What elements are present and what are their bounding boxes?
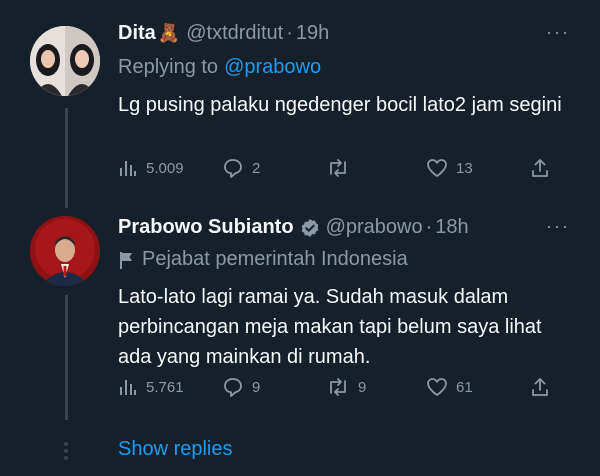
display-name[interactable]: Prabowo Subianto: [118, 216, 294, 239]
retweet-button[interactable]: 9: [326, 375, 366, 399]
tweet-text: Lg pusing palaku ngedenger bocil lato2 j…: [118, 94, 562, 116]
timestamp[interactable]: 18h: [435, 216, 468, 239]
views-button[interactable]: 5.009: [118, 156, 184, 180]
reply-icon: [224, 378, 242, 397]
user-handle[interactable]: @prabowo: [326, 216, 423, 239]
tweet-actions: 5.009 2 13: [118, 156, 558, 180]
display-name[interactable]: Dita: [118, 22, 156, 45]
government-label: Pejabat pemerintah Indonesia: [118, 248, 408, 271]
tweet-header: Prabowo Subianto @prabowo · 18h: [118, 216, 469, 239]
flag-icon: [120, 251, 132, 269]
tweet-header: Dita 🧸 @txtdrditut · 19h: [118, 22, 329, 45]
views-count: 5.761: [146, 378, 184, 396]
views-icon: [120, 161, 136, 176]
tweet-dita[interactable]: Dita 🧸 @txtdrditut · 19h ··· Replying to…: [0, 0, 600, 200]
user-handle[interactable]: @txtdrditut: [186, 22, 283, 45]
vertical-dots-icon: [64, 442, 68, 460]
like-count: 61: [456, 378, 473, 396]
replying-to-handle[interactable]: @prabowo: [224, 56, 321, 79]
avatar-dita[interactable]: [30, 26, 100, 96]
heart-icon: [427, 378, 447, 396]
views-button[interactable]: 5.761: [118, 375, 184, 399]
retweet-button[interactable]: [326, 156, 358, 180]
retweet-icon: [330, 378, 346, 396]
reply-count: 2: [252, 159, 261, 177]
verified-badge-icon: [301, 218, 318, 237]
replying-to-label: Replying to: [118, 56, 219, 78]
tweet-prabowo[interactable]: Prabowo Subianto @prabowo · 18h ··· Peja…: [0, 200, 600, 430]
government-label-text: Pejabat pemerintah Indonesia: [142, 248, 408, 270]
teddy-bear-emoji: 🧸: [157, 23, 181, 43]
share-icon: [532, 378, 548, 396]
separator-dot: ·: [286, 22, 293, 44]
like-count: 13: [456, 159, 473, 177]
retweet-count: 9: [358, 378, 367, 396]
like-button[interactable]: 13: [426, 156, 473, 180]
views-count: 5.009: [146, 159, 184, 177]
like-button[interactable]: 61: [426, 375, 473, 399]
share-icon: [532, 159, 548, 177]
retweet-icon: [330, 159, 346, 177]
heart-icon: [427, 159, 447, 177]
tweet-actions: 5.761 9 9 61: [118, 375, 558, 399]
reply-icon: [224, 159, 242, 178]
tweet-text: Lato-lato lagi ramai ya. Sudah masuk dal…: [118, 286, 542, 368]
views-icon: [120, 380, 136, 395]
share-button[interactable]: [530, 156, 550, 180]
reply-count: 9: [252, 378, 261, 396]
reply-button[interactable]: 9: [222, 375, 260, 399]
timestamp[interactable]: 19h: [296, 22, 329, 45]
share-button[interactable]: [530, 375, 550, 399]
separator-dot: ·: [425, 216, 433, 238]
show-replies-row[interactable]: Show replies: [0, 430, 600, 470]
more-options-icon[interactable]: ···: [546, 22, 570, 43]
more-options-icon[interactable]: ···: [546, 216, 570, 237]
show-replies-link[interactable]: Show replies: [118, 438, 233, 461]
avatar-prabowo[interactable]: [30, 216, 100, 286]
replying-to: Replying to @prabowo: [118, 56, 321, 79]
reply-button[interactable]: 2: [222, 156, 260, 180]
